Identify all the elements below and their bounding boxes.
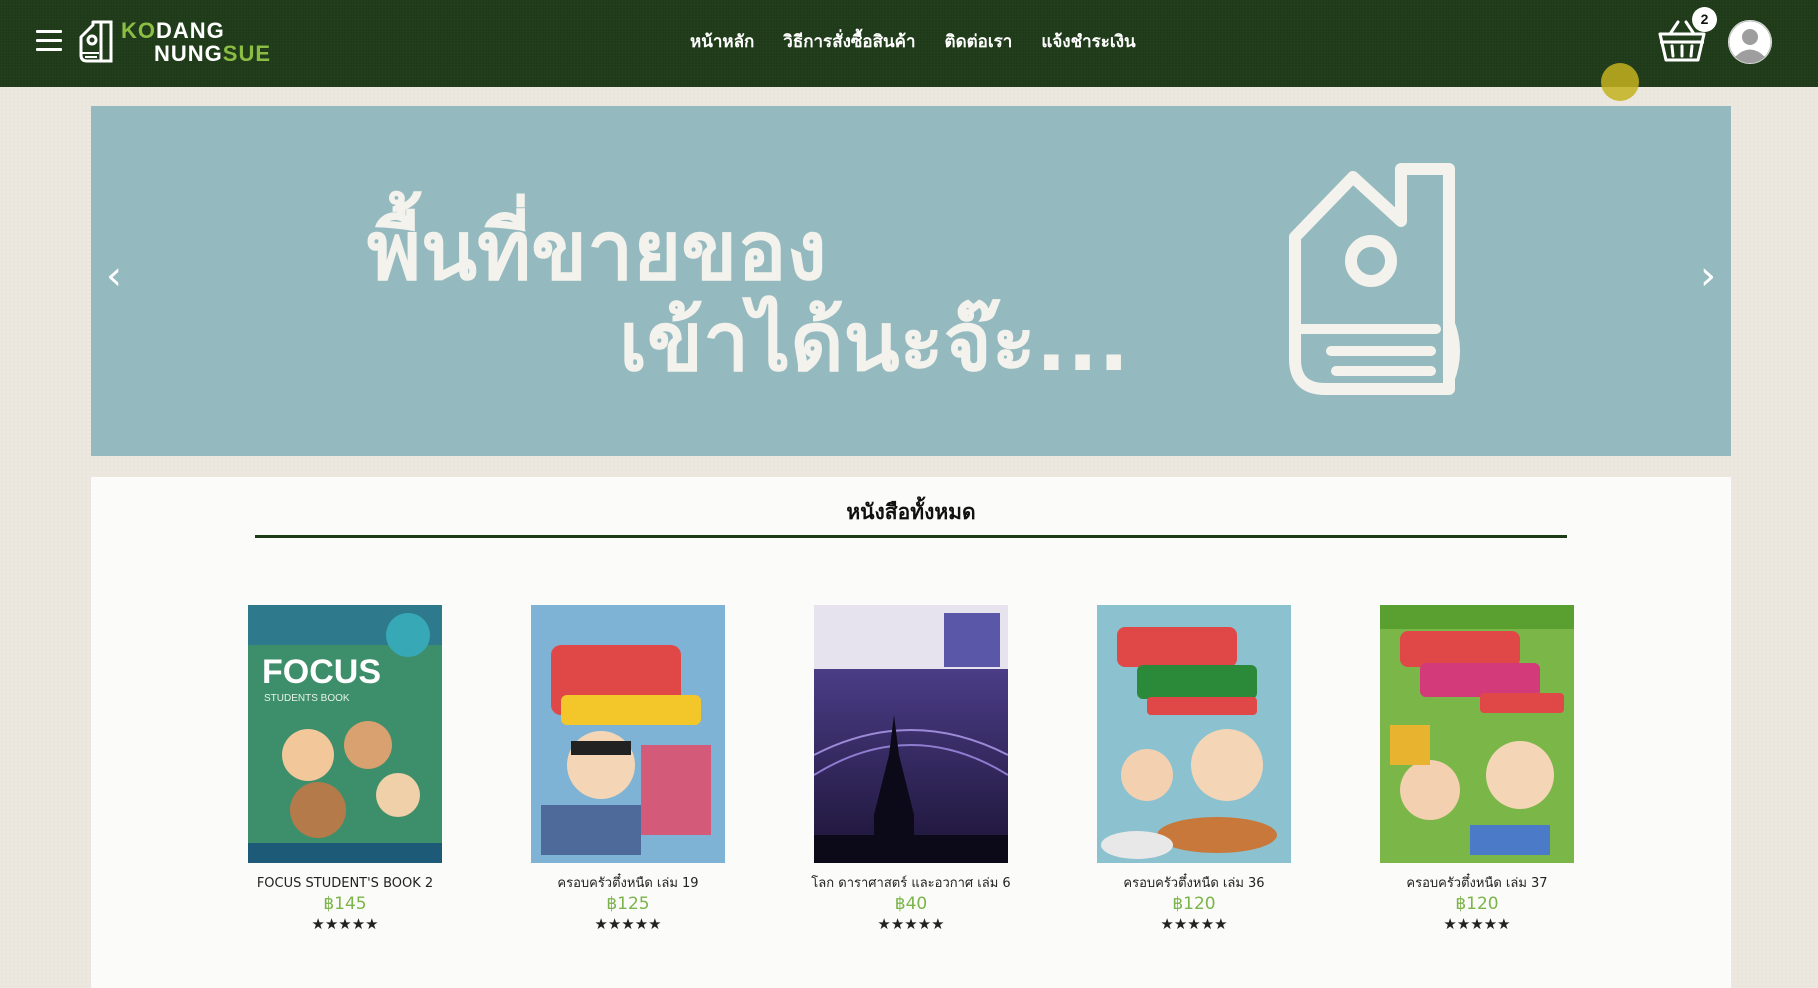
product-name[interactable]: โลก ดาราศาสตร์ และอวกาศ เล่ม 6 bbox=[791, 875, 1031, 893]
logo-wordmark: KODANG NUNGSUE bbox=[121, 18, 272, 66]
product-price: ฿120 bbox=[1455, 894, 1499, 914]
section-divider bbox=[255, 535, 1567, 538]
user-avatar-icon[interactable] bbox=[1728, 20, 1772, 64]
logo-book-house-icon bbox=[79, 20, 113, 63]
product-cover-image[interactable]: FOCUS STUDENTS BOOK bbox=[248, 605, 442, 863]
person-icon bbox=[1728, 20, 1772, 64]
product-card[interactable]: ครอบครัวตึ๋งหนืด เล่ม 37 ฿120 ★★★★★ bbox=[1357, 605, 1597, 933]
product-name[interactable]: FOCUS STUDENT'S BOOK 2 bbox=[225, 875, 465, 893]
banner-headline-2: เข้าได้นะจ๊ะ... bbox=[619, 295, 1130, 390]
product-card[interactable]: ครอบครัวตึ๋งหนืด เล่ม 19 ฿125 ★★★★★ bbox=[508, 605, 748, 933]
product-card[interactable]: FOCUS STUDENTS BOOK FOCUS STUDENT'S BOOK… bbox=[225, 605, 465, 933]
product-price: ฿145 bbox=[323, 894, 367, 914]
product-rating-stars-icon: ★★★★★ bbox=[877, 915, 945, 933]
main-nav: หน้าหลัก วิธีการสั่งซื้อสินค้า ติดต่อเรา… bbox=[690, 30, 1136, 54]
top-navbar: KODANG NUNGSUE หน้าหลัก วิธีการสั่งซื้อส… bbox=[0, 0, 1818, 87]
nav-contact[interactable]: ติดต่อเรา bbox=[945, 30, 1013, 54]
svg-text:FOCUS: FOCUS bbox=[262, 653, 381, 691]
product-section: หนังสือทั้งหมด FOCUS STUDENTS BOOK FOCUS… bbox=[91, 477, 1731, 988]
product-rating-stars-icon: ★★★★★ bbox=[594, 915, 662, 933]
product-card[interactable]: ครอบครัวตึ๋งหนืด เล่ม 36 ฿120 ★★★★★ bbox=[1074, 605, 1314, 933]
nav-payment-notice[interactable]: แจ้งชำระเงิน bbox=[1041, 30, 1135, 54]
site-logo[interactable]: KODANG NUNGSUE bbox=[77, 16, 277, 68]
cursor-highlight bbox=[1601, 63, 1639, 101]
hero-banner: ‹ พื้นที่ขายของ เข้าได้นะจ๊ะ... › bbox=[91, 106, 1731, 456]
product-name[interactable]: ครอบครัวตึ๋งหนืด เล่ม 37 bbox=[1357, 875, 1597, 893]
product-price: ฿40 bbox=[894, 894, 928, 914]
nav-how-to-order[interactable]: วิธีการสั่งซื้อสินค้า bbox=[783, 30, 915, 54]
product-rating-stars-icon: ★★★★★ bbox=[1160, 915, 1228, 933]
product-cover-image[interactable] bbox=[1380, 605, 1574, 863]
product-cover-image[interactable] bbox=[1097, 605, 1291, 863]
product-price: ฿125 bbox=[606, 894, 650, 914]
product-rating-stars-icon: ★★★★★ bbox=[311, 915, 379, 933]
product-cover-image[interactable] bbox=[814, 605, 1008, 863]
product-card[interactable]: โลก ดาราศาสตร์ และอวกาศ เล่ม 6 ฿40 ★★★★★ bbox=[791, 605, 1031, 933]
hamburger-menu-icon[interactable] bbox=[36, 30, 62, 56]
product-price: ฿120 bbox=[1172, 894, 1216, 914]
product-name[interactable]: ครอบครัวตึ๋งหนืด เล่ม 19 bbox=[508, 875, 748, 893]
nav-home[interactable]: หน้าหลัก bbox=[690, 30, 754, 54]
cart-count-badge: 2 bbox=[1692, 7, 1717, 32]
banner-headline-1: พื้นที่ขายของ bbox=[367, 204, 827, 299]
product-cover-image[interactable] bbox=[531, 605, 725, 863]
section-title: หนังสือทั้งหมด bbox=[846, 500, 976, 524]
banner-book-house-icon bbox=[1289, 163, 1460, 395]
banner-prev-arrow-icon[interactable]: ‹ bbox=[99, 256, 129, 296]
banner-next-arrow-icon[interactable]: › bbox=[1693, 256, 1723, 296]
svg-text:STUDENTS BOOK: STUDENTS BOOK bbox=[264, 693, 350, 704]
product-name[interactable]: ครอบครัวตึ๋งหนืด เล่ม 36 bbox=[1074, 875, 1314, 893]
product-rating-stars-icon: ★★★★★ bbox=[1443, 915, 1511, 933]
